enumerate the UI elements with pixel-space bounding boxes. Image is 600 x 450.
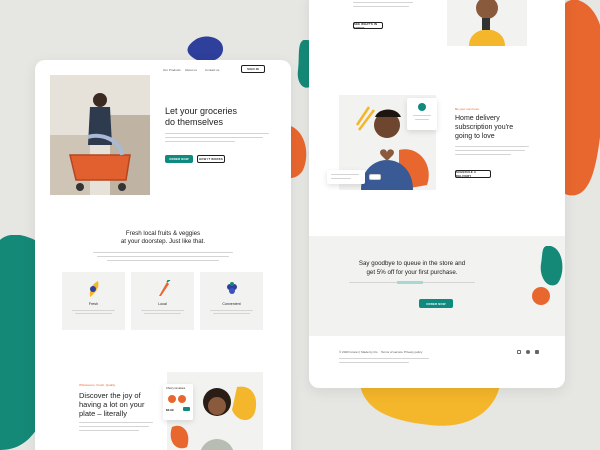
product-card-name: Cherry tomatoes bbox=[166, 387, 186, 390]
nav-link-about[interactable]: About us bbox=[185, 68, 197, 72]
joy-title-line2: having a lot on your bbox=[79, 400, 145, 409]
feature-card-local: Local bbox=[131, 272, 194, 330]
hero-order-button[interactable]: ORDER NOW bbox=[165, 155, 193, 163]
delivery-title-line3: going to love bbox=[455, 133, 495, 140]
promo-line2: get 5% off for your first purchase. bbox=[366, 269, 458, 276]
hero-title-line2: do themselves bbox=[165, 117, 224, 127]
feature-card-fresh: Fresh bbox=[62, 272, 125, 330]
feature-title-convenient: Convenient bbox=[222, 302, 241, 306]
grapes-icon bbox=[227, 282, 237, 294]
yellow-blob bbox=[360, 385, 500, 426]
feature-title-fresh: Fresh bbox=[88, 302, 99, 306]
promo-line1: Say goodbye to queue in the store and bbox=[358, 260, 466, 267]
product-card[interactable]: Cherry tomatoes $2.99 bbox=[163, 384, 193, 420]
feature-title-local: Local bbox=[158, 302, 167, 306]
delivery-title-line1: Home delivery bbox=[455, 115, 500, 122]
see-stock-button[interactable]: SEE WHAT'S IN STOCK bbox=[353, 22, 383, 30]
nav-link-contact[interactable]: Contact us bbox=[205, 68, 219, 72]
woman-phone-photo bbox=[447, 0, 527, 46]
delivery-title-line2: subscription you're bbox=[455, 124, 514, 131]
tomatoes-icon bbox=[168, 395, 186, 403]
instagram-icon[interactable] bbox=[517, 350, 521, 354]
joy-title-line3: plate – literally bbox=[79, 409, 127, 418]
promo-code-highlight bbox=[397, 281, 423, 284]
facebook-icon[interactable] bbox=[535, 350, 539, 354]
profile-card bbox=[407, 98, 437, 130]
footer-privacy-link[interactable]: Privacy policy bbox=[404, 350, 422, 354]
carrot-icon bbox=[159, 280, 171, 296]
delivery-card bbox=[327, 170, 365, 184]
landing-page-right: SEE WHAT'S IN STOCK Be your own boss. Ho… bbox=[309, 0, 565, 388]
hero-how-it-works-button[interactable]: HOW IT WORKS bbox=[197, 155, 225, 163]
avatar bbox=[418, 103, 426, 111]
product-card-price: $2.99 bbox=[166, 408, 174, 412]
schedule-delivery-button[interactable]: SCHEDULE A DELIVERY bbox=[455, 170, 491, 178]
hero-photo bbox=[50, 75, 150, 195]
promo-band bbox=[309, 236, 565, 336]
promo-order-button[interactable]: ORDER NOW bbox=[419, 299, 453, 308]
hero-title-line1: Let your groceries bbox=[165, 106, 238, 116]
intro-line2: at your doorstep. Just like that. bbox=[120, 238, 206, 245]
intro-line1: Fresh local fruits & veggies bbox=[125, 230, 201, 237]
joy-title-line1: Discover the joy of bbox=[79, 391, 141, 400]
sign-in-button[interactable]: SIGN IN bbox=[241, 65, 265, 73]
delivery-eyebrow: Be your own boss. bbox=[455, 107, 480, 111]
landing-page-left: Our Products About us Contact us SIGN IN… bbox=[35, 60, 291, 450]
footer-terms-link[interactable]: Terms of service bbox=[381, 350, 403, 354]
feature-card-convenient: Convenient bbox=[200, 272, 263, 330]
nav-link-products[interactable]: Our Products bbox=[163, 68, 181, 72]
delivery-tag bbox=[369, 174, 381, 180]
banana-icon bbox=[89, 281, 99, 297]
promo-fruit-blobs bbox=[532, 246, 563, 305]
footer-copyright: © 2020 Grocer | Made by Iris bbox=[339, 350, 378, 354]
add-to-cart-button[interactable] bbox=[183, 407, 190, 411]
joy-eyebrow: Wholesome. Fresh. Quality. bbox=[79, 383, 116, 387]
twitter-icon[interactable] bbox=[526, 350, 530, 354]
